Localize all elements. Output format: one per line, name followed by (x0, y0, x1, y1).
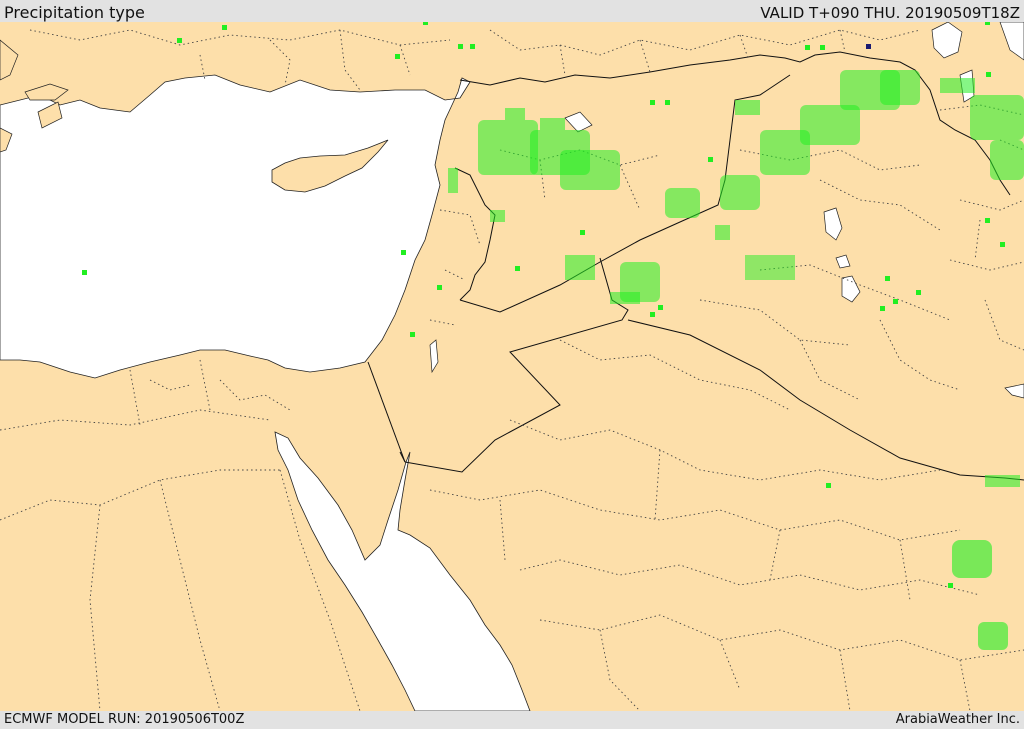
header-bar: Precipitation type VALID T+090 THU. 2019… (0, 0, 1024, 22)
model-run-label: ECMWF MODEL RUN: 20190506T00Z (4, 712, 245, 727)
map-title: Precipitation type (4, 3, 145, 22)
footer-bar: ECMWF MODEL RUN: 20190506T00Z ArabiaWeat… (0, 711, 1024, 729)
precipitation-map (0, 22, 1024, 711)
credit-label: ArabiaWeather Inc. (895, 712, 1020, 727)
snow-marker (866, 44, 871, 49)
valid-time: VALID T+090 THU. 20190509T18Z (760, 4, 1020, 22)
